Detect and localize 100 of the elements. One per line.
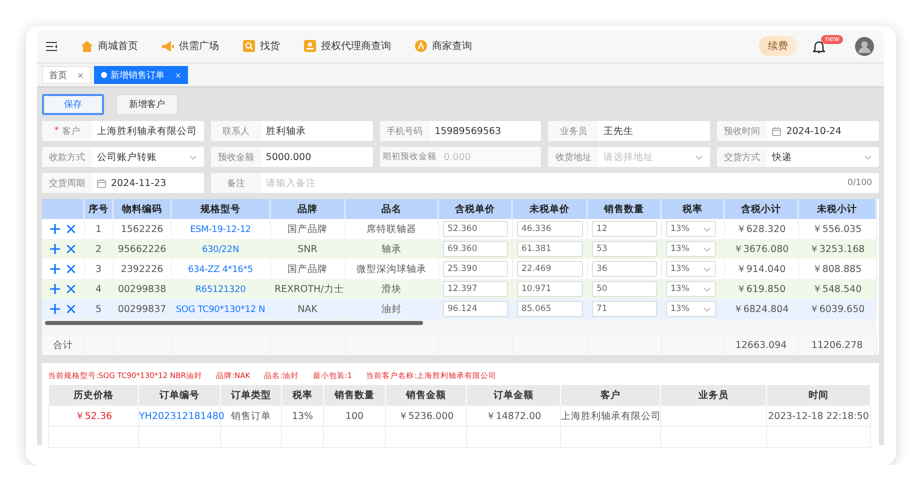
column-header: 订单编号	[138, 385, 220, 406]
table-row[interactable]: 5 00299837 SOG TC90*130*12 N NAK 油封 96.124 85.065 71 13% ￥6824.804 ￥6039.650	[42, 299, 876, 319]
input-field[interactable]: 85.065	[516, 301, 582, 317]
input-field[interactable]: 胜利轴承	[260, 121, 373, 141]
delete-icon[interactable]	[67, 245, 76, 253]
tax-rate-select[interactable]: 13%	[666, 221, 716, 237]
table-row[interactable]: 2 95662226 630/22N SNR 轴承 69.360 61.381 53 13% ￥3676.080 ￥3253.168	[42, 239, 876, 259]
search-icon	[243, 40, 255, 52]
input-field[interactable]: 上海胜利轴承有限公司	[92, 121, 204, 141]
nav-link[interactable]: 商城首页	[81, 39, 138, 53]
date-field[interactable]: 2024-11-23	[92, 173, 204, 193]
column-header: 品名	[345, 199, 438, 219]
column-header: 规格型号	[171, 199, 270, 219]
input-field[interactable]: 5000.000	[260, 147, 373, 167]
column-header: 销售数量	[324, 385, 386, 406]
input-field[interactable]: 10.971	[516, 281, 582, 297]
tax-rate-select[interactable]: 13%	[666, 261, 716, 277]
date-field[interactable]: 2024-10-24	[767, 121, 879, 141]
table-cell: 11206.278	[798, 332, 876, 355]
table-cell: 国产品牌	[270, 259, 345, 279]
input-field[interactable]: 25.390	[442, 261, 508, 277]
table-cell: 2392226	[113, 259, 171, 279]
remark-field[interactable]: 请输入备注 0/100	[260, 173, 879, 193]
input-field[interactable]: 96.124	[442, 301, 508, 317]
table-cell: 微型深沟球轴承	[345, 259, 438, 279]
table-cell: 上海胜利轴承有限公司	[560, 406, 660, 426]
input-field[interactable]: 22.469	[516, 261, 582, 277]
tax-rate-select[interactable]: 13%	[666, 241, 716, 257]
badge-icon	[415, 40, 427, 52]
input-field[interactable]: 王先生	[598, 121, 710, 141]
table-row[interactable]: 4 00299838 R65121320 REXROTH/力士 滑块 12.397 10.971 50 13% ￥619.850 ￥548.540	[42, 279, 876, 299]
input-field[interactable]: 12	[592, 221, 656, 237]
table-cell: 席特联轴器	[345, 219, 438, 239]
input-field[interactable]: 61.381	[516, 241, 582, 257]
tax-rate-select[interactable]: 13%	[666, 301, 716, 317]
renew-button[interactable]: 续费	[759, 36, 797, 56]
table-cell: ￥52.36	[48, 406, 138, 426]
table-cell: 1	[84, 219, 113, 239]
column-header: 销售数量	[587, 199, 661, 219]
delete-icon[interactable]	[67, 225, 76, 233]
tab[interactable]: 首页 ×	[42, 66, 91, 84]
caret-icon	[702, 286, 710, 292]
nav-link[interactable]: 供需广场	[162, 39, 219, 53]
tab[interactable]: 新增销售订单 ×	[94, 66, 188, 84]
column-header: 未税小计	[798, 199, 876, 219]
input-field[interactable]: 12.397	[442, 281, 508, 297]
select-field[interactable]: 公司账户转账	[92, 147, 204, 167]
add-icon[interactable]	[50, 284, 60, 294]
spec-link[interactable]: 634-ZZ 4*16*5	[188, 264, 253, 274]
input-field[interactable]: 52.360	[442, 221, 508, 237]
tax-rate-select[interactable]: 13%	[666, 281, 716, 297]
column-header: 含税小计	[724, 199, 798, 219]
input-field[interactable]: 69.360	[442, 241, 508, 257]
field-label: 业务员	[548, 121, 598, 141]
button[interactable]: 新增客户	[116, 94, 178, 115]
close-icon[interactable]: ×	[77, 70, 84, 80]
input-field: 0.000	[438, 147, 542, 167]
nav-link[interactable]: 商家查询	[415, 39, 472, 53]
nav-link[interactable]: 授权代理商查询	[304, 39, 391, 53]
nav-link[interactable]: 找货	[243, 39, 280, 53]
table-row[interactable]: 3 2392226 634-ZZ 4*16*5 国产品牌 微型深沟球轴承 25.390 22.469 36 13% ￥914.040 ￥808.885	[42, 259, 876, 279]
column-header: 业务员	[660, 385, 766, 406]
table-cell: 2023-12-18 22:18:50	[766, 406, 870, 426]
spec-link[interactable]: 630/22N	[202, 244, 239, 254]
table-row[interactable]: 1 1562226 ESM-19-12-12 国产品牌 席特联轴器 52.360 46.336 12 13% ￥628.320 ￥556.035	[42, 219, 876, 239]
scrollbar[interactable]	[45, 321, 423, 325]
caret-icon	[702, 226, 710, 232]
column-header: 销售金额	[386, 385, 466, 406]
add-icon[interactable]	[50, 264, 60, 274]
input-field[interactable]: 46.336	[516, 221, 582, 237]
field-label: 手机号码	[380, 121, 430, 141]
input-field[interactable]: 71	[592, 301, 656, 317]
field-label: 期初预收金额	[380, 147, 439, 167]
select-field[interactable]: 快递	[767, 147, 879, 167]
input-field[interactable]: 50	[592, 281, 656, 297]
table-cell: 2	[84, 239, 113, 259]
column-header: 时间	[766, 385, 870, 406]
input-field[interactable]: 53	[592, 241, 656, 257]
delete-icon[interactable]	[67, 285, 76, 293]
input-field[interactable]: 15989569563	[430, 121, 542, 141]
table-cell: 滑块	[345, 279, 438, 299]
house-icon	[81, 40, 93, 52]
avatar-icon[interactable]	[855, 36, 874, 56]
spec-link[interactable]: ESM-19-12-12	[190, 224, 251, 234]
table-cell: 油封	[345, 299, 438, 319]
add-icon[interactable]	[50, 224, 60, 234]
column-header: 历史价格	[48, 385, 138, 406]
add-icon[interactable]	[50, 304, 60, 314]
column-header: 订单金额	[466, 385, 560, 406]
column-header: 序号	[84, 199, 113, 219]
caret-icon	[702, 266, 710, 272]
table-cell: 00299838	[113, 279, 171, 299]
close-icon[interactable]: ×	[174, 70, 182, 80]
input-field[interactable]: 36	[592, 261, 656, 277]
column-header: 物料编码	[113, 199, 171, 219]
delete-icon[interactable]	[67, 265, 76, 273]
save-button[interactable]: 保存	[42, 94, 104, 115]
order-link[interactable]: YH202312181480	[139, 410, 224, 422]
add-icon[interactable]	[50, 244, 60, 254]
delete-icon[interactable]	[67, 305, 76, 313]
